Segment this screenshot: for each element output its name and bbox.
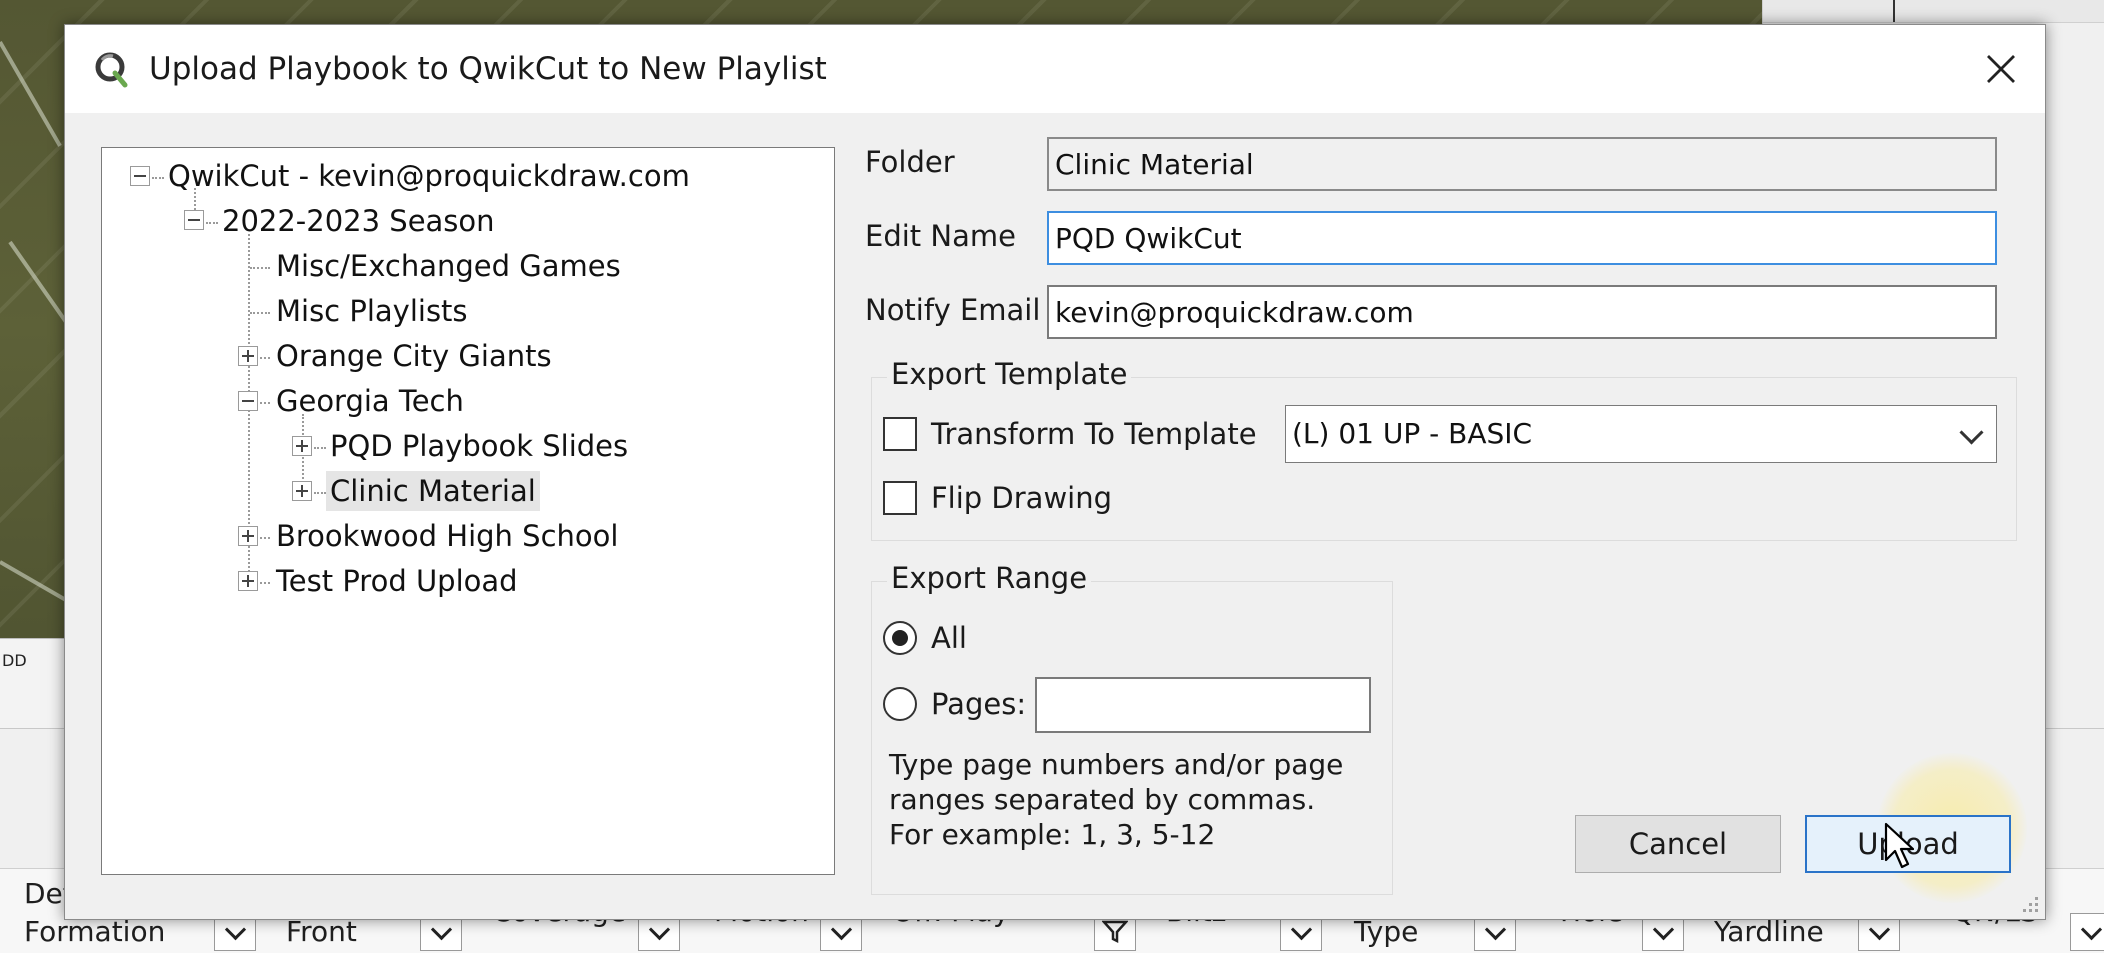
transform-to-template-checkbox[interactable]: [883, 417, 917, 451]
pages-input[interactable]: [1035, 677, 1371, 733]
folder-tree[interactable]: QwikCut - kevin@proquickdraw.com 2022-20…: [101, 147, 835, 875]
pages-hint-line: For example: 1, 3, 5-12: [889, 818, 1216, 851]
chevron-down-icon: [224, 918, 246, 940]
tree-connector: [250, 312, 270, 314]
background-panel-header: [1763, 0, 2104, 23]
notify-email-input[interactable]: [1047, 285, 1997, 339]
edit-name-label: Edit Name: [865, 219, 1016, 253]
background-left-strip: DD: [0, 638, 66, 730]
tree-connector: [260, 357, 270, 359]
tree-connector: [260, 537, 270, 539]
tree-expand-toggle[interactable]: [238, 346, 258, 366]
tree-collapse-toggle[interactable]: [130, 166, 150, 186]
chevron-down-icon: [430, 918, 452, 940]
pages-hint-line: Type page numbers and/or page: [889, 748, 1344, 781]
chevron-down-icon: [648, 918, 670, 940]
template-select-value: (L) 01 UP - BASIC: [1292, 417, 1533, 450]
tree-item-orange-city-giants[interactable]: Orange City Giants: [276, 336, 552, 376]
range-pages-radio[interactable]: [883, 687, 917, 721]
tree-collapse-toggle[interactable]: [184, 210, 204, 230]
chevron-down-icon: [1652, 918, 1674, 940]
tree-collapse-toggle[interactable]: [238, 391, 258, 411]
tree-item-misc-exchanged-games[interactable]: Misc/Exchanged Games: [276, 246, 621, 286]
tree-item-season[interactable]: 2022-2023 Season: [222, 201, 495, 241]
dialog-titlebar[interactable]: Upload Playbook to QwikCut to New Playli…: [65, 25, 2045, 113]
tree-connector: [314, 447, 326, 449]
tree-connector: [250, 267, 270, 269]
chevron-down-icon: [1959, 420, 1984, 445]
resize-grip-icon[interactable]: [2019, 893, 2041, 915]
pages-hint-line: ranges separated by commas.: [889, 783, 1316, 816]
tree-connector: [314, 492, 326, 494]
chevron-down-icon: [1484, 918, 1506, 940]
chevron-down-icon: [2080, 918, 2102, 940]
range-all-label: All: [931, 621, 967, 655]
export-template-group-label: Export Template: [887, 357, 1132, 391]
filter-dropdown-button[interactable]: [2070, 913, 2104, 951]
upload-playbook-dialog: Upload Playbook to QwikCut to New Playli…: [64, 24, 2046, 920]
background-left-strip-text: DD: [2, 651, 27, 670]
template-select[interactable]: (L) 01 UP - BASIC: [1285, 405, 1997, 463]
tree-item-misc-playlists[interactable]: Misc Playlists: [276, 291, 468, 331]
folder-label: Folder: [865, 145, 955, 179]
background-panel-divider: [1893, 0, 1895, 22]
range-pages-label: Pages:: [931, 687, 1027, 721]
tree-item-test-prod-upload[interactable]: Test Prod Upload: [276, 561, 518, 601]
tree-item-brookwood-high-school[interactable]: Brookwood High School: [276, 516, 618, 556]
close-button[interactable]: [1975, 43, 2027, 95]
tree-connector: [152, 177, 164, 179]
qwikcut-logo-icon: [95, 52, 128, 88]
edit-name-input[interactable]: [1047, 211, 1997, 265]
export-range-group-label: Export Range: [887, 561, 1092, 595]
tree-expand-toggle[interactable]: [292, 436, 312, 456]
chevron-down-icon: [1290, 918, 1312, 940]
tree-item-clinic-material[interactable]: Clinic Material: [326, 471, 540, 511]
chevron-down-icon: [1868, 918, 1890, 940]
range-all-radio[interactable]: [883, 621, 917, 655]
tree-item-georgia-tech[interactable]: Georgia Tech: [276, 381, 464, 421]
upload-button[interactable]: Upload: [1805, 815, 2011, 873]
close-icon: [1987, 55, 2015, 83]
chevron-down-icon: [830, 918, 852, 940]
flip-drawing-checkbox[interactable]: [883, 481, 917, 515]
tree-connector: [206, 222, 218, 224]
flip-drawing-label: Flip Drawing: [931, 481, 1113, 515]
cancel-button[interactable]: Cancel: [1575, 815, 1781, 873]
tree-expand-toggle[interactable]: [238, 526, 258, 546]
tree-expand-toggle[interactable]: [238, 571, 258, 591]
funnel-icon: [1102, 920, 1128, 944]
tree-connector: [260, 582, 270, 584]
tree-expand-toggle[interactable]: [292, 481, 312, 501]
field-line: [0, 41, 62, 147]
notify-email-label: Notify Email: [865, 293, 1041, 327]
tree-item-root[interactable]: QwikCut - kevin@proquickdraw.com: [168, 156, 690, 196]
transform-to-template-label: Transform To Template: [931, 417, 1257, 451]
tree-connector: [260, 402, 270, 404]
dialog-title: Upload Playbook to QwikCut to New Playli…: [149, 51, 827, 87]
tree-item-pqd-playbook-slides[interactable]: PQD Playbook Slides: [330, 426, 628, 466]
folder-field[interactable]: [1047, 137, 1997, 191]
